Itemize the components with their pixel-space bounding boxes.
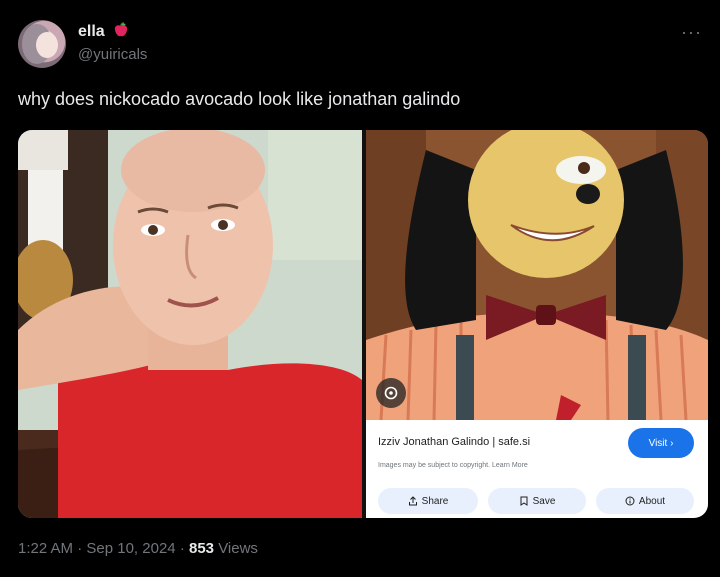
save-label: Save xyxy=(532,495,556,507)
tweet-time[interactable]: 1:22 AM xyxy=(18,540,73,557)
lens-disclaimer: Images may be subject to copyright. Lear… xyxy=(378,462,528,469)
photo-goofy-costume[interactable]: Izziv Jonathan Galindo | safe.si Images … xyxy=(366,130,708,518)
lens-result-card: Izziv Jonathan Galindo | safe.si Images … xyxy=(366,420,708,518)
author-handle[interactable]: @yuiricals xyxy=(78,46,147,63)
about-label: About xyxy=(638,495,666,507)
save-button[interactable]: Save xyxy=(488,488,586,514)
views-label: Views xyxy=(218,540,258,557)
share-icon xyxy=(408,496,417,506)
share-label: Share xyxy=(421,495,449,507)
lens-source-title[interactable]: Izziv Jonathan Galindo | safe.si xyxy=(378,436,530,448)
avatar[interactable] xyxy=(18,20,66,68)
apple-icon xyxy=(113,22,129,43)
tweet-meta: 1:22 AM · Sep 10, 2024 · 853 Views xyxy=(18,540,258,557)
meta-separator: · xyxy=(179,540,185,557)
tweet-header: ella @yuiricals ··· xyxy=(18,20,702,72)
author-name[interactable]: ella xyxy=(78,23,105,40)
bookmark-icon xyxy=(520,496,528,506)
author-name-row[interactable]: ella xyxy=(78,22,129,43)
views-count: 853 xyxy=(188,540,215,557)
meta-separator: · xyxy=(77,540,83,557)
lens-search-icon[interactable] xyxy=(376,378,406,408)
about-button[interactable]: About xyxy=(596,488,694,514)
info-icon xyxy=(625,496,635,506)
tweet-media[interactable]: Izziv Jonathan Galindo | safe.si Images … xyxy=(18,130,708,518)
tweet-date[interactable]: Sep 10, 2024 xyxy=(86,540,175,557)
photo-man-red-shirt[interactable] xyxy=(18,130,362,518)
share-button[interactable]: Share xyxy=(378,488,478,514)
more-options-icon[interactable]: ··· xyxy=(681,22,702,43)
visit-button[interactable]: Visit › xyxy=(628,428,694,458)
tweet-text: why does nickocado avocado look like jon… xyxy=(18,89,461,109)
